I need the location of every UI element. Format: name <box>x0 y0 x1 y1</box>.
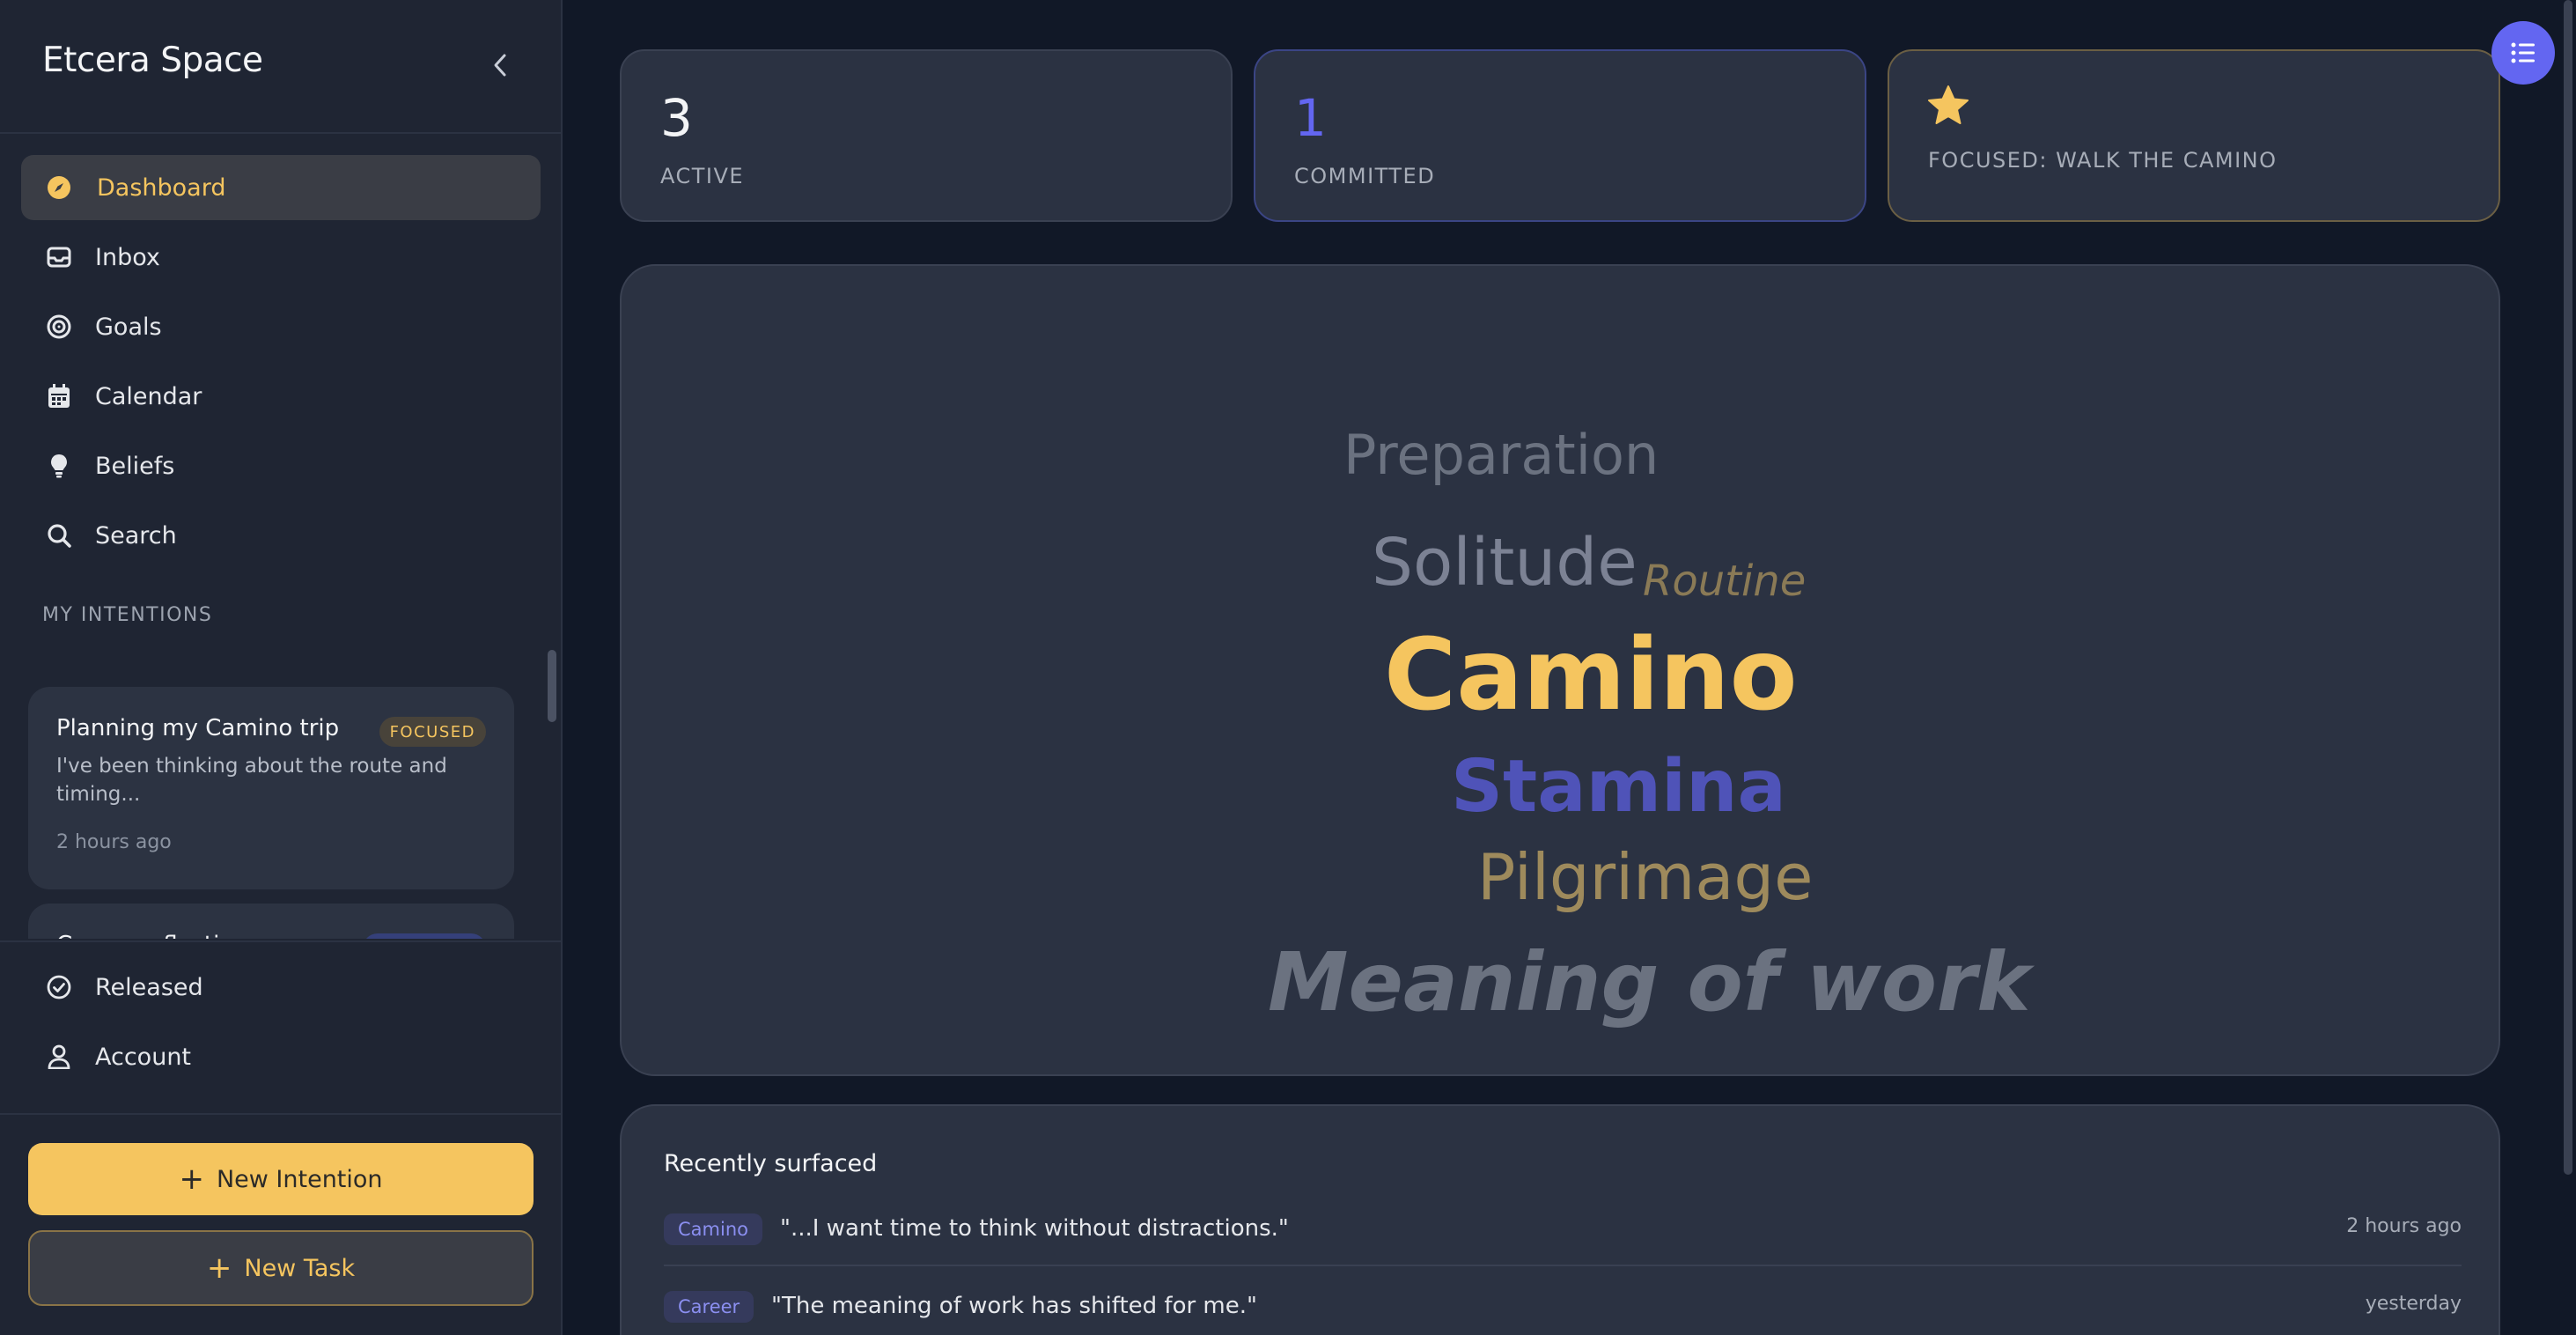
nav-label: Released <box>95 973 203 1001</box>
nav-released[interactable]: Released <box>21 955 541 1020</box>
nav-label: Dashboard <box>97 173 226 202</box>
stat-card-active[interactable]: 3 ACTIVE <box>620 49 1233 222</box>
stat-value: 3 <box>660 88 693 148</box>
nav-beliefs[interactable]: Beliefs <box>21 433 541 498</box>
nav-label: Search <box>95 521 177 549</box>
nav-search[interactable]: Search <box>21 503 541 568</box>
topic-tag[interactable]: Camino <box>664 1213 762 1245</box>
word-cloud-term[interactable]: Camino <box>1384 618 1798 733</box>
sidebar: Etcera Space Dashboard Inbox Goals Calen… <box>0 0 563 1335</box>
timestamp: 2 hours ago <box>2346 1215 2462 1237</box>
sidebar-divider <box>0 1113 561 1115</box>
check-circle-icon <box>46 974 72 1000</box>
nav-label: Account <box>95 1043 192 1071</box>
new-intention-button[interactable]: + New Intention <box>28 1143 534 1215</box>
nav-goals[interactable]: Goals <box>21 294 541 359</box>
recently-surfaced-panel: Recently surfaced Camino "...I want time… <box>620 1104 2500 1335</box>
word-cloud-term[interactable]: Pilgrimage <box>1477 840 1813 914</box>
status-badge <box>363 933 486 939</box>
word-cloud-term[interactable]: Preparation <box>1343 423 1659 487</box>
app-title: Etcera Space <box>42 41 263 80</box>
word-cloud-term[interactable]: Solitude <box>1372 525 1638 601</box>
word-cloud-term[interactable]: Meaning of work <box>1268 935 2030 1029</box>
target-icon <box>46 313 72 340</box>
quote-text: "The meaning of work has shifted for me.… <box>771 1293 1257 1319</box>
compass-icon <box>46 174 72 201</box>
word-cloud: Preparation Solitude Routine Camino Stam… <box>620 264 2500 1076</box>
topic-tag[interactable]: Career <box>664 1291 754 1323</box>
intention-snippet: I've been thinking about the route and t… <box>56 755 447 806</box>
intention-title: Career reflection <box>56 932 248 939</box>
quote-text: "...I want time to think without distrac… <box>780 1215 1289 1242</box>
stat-card-focused[interactable]: FOCUSED: WALK THE CAMINO <box>1888 49 2500 222</box>
new-task-label: New Task <box>244 1254 356 1282</box>
section-title: Recently surfaced <box>664 1150 878 1177</box>
list-icon <box>2511 42 2535 63</box>
calendar-icon <box>46 383 72 409</box>
lightbulb-icon <box>46 453 72 479</box>
main-scrollbar[interactable] <box>2564 0 2572 1175</box>
nav-calendar[interactable]: Calendar <box>21 364 541 429</box>
stat-value: 1 <box>1294 88 1327 148</box>
nav-label: Goals <box>95 313 162 341</box>
intentions-list: Planning my Camino trip FOCUSED I've bee… <box>28 652 514 939</box>
new-task-button[interactable]: + New Task <box>28 1230 534 1306</box>
stat-label: COMMITTED <box>1294 164 1436 188</box>
chevron-left-icon <box>494 54 506 77</box>
row-divider <box>664 1265 2462 1266</box>
nav-label: Inbox <box>95 243 160 271</box>
intention-title: Planning my Camino trip <box>56 715 340 741</box>
bottom-nav: Released Account <box>21 955 541 1094</box>
sidebar-divider <box>0 132 561 134</box>
list-menu-button[interactable] <box>2491 21 2555 85</box>
new-intention-label: New Intention <box>216 1165 383 1193</box>
intention-card[interactable]: Career reflection <box>28 904 514 939</box>
timestamp: yesterday <box>2365 1293 2462 1315</box>
list-item[interactable]: Camino "...I want time to think without … <box>664 1205 2462 1258</box>
main-nav: Dashboard Inbox Goals Calendar Beliefs S… <box>21 155 541 572</box>
nav-label: Beliefs <box>95 452 175 480</box>
star-icon <box>1926 85 1970 130</box>
stat-label: ACTIVE <box>660 164 745 188</box>
stat-label: FOCUSED: WALK THE CAMINO <box>1928 148 2278 173</box>
nav-account[interactable]: Account <box>21 1024 541 1089</box>
intentions-section-label: MY INTENTIONS <box>42 604 213 626</box>
nav-inbox[interactable]: Inbox <box>21 225 541 290</box>
sidebar-scrollbar[interactable] <box>548 650 556 722</box>
plus-icon: + <box>179 1162 204 1197</box>
stat-card-committed[interactable]: 1 COMMITTED <box>1254 49 1866 222</box>
nav-dashboard[interactable]: Dashboard <box>21 155 541 220</box>
list-item[interactable]: Career "The meaning of work has shifted … <box>664 1282 2462 1335</box>
nav-label: Calendar <box>95 382 202 410</box>
sidebar-divider <box>0 940 561 942</box>
word-cloud-term[interactable]: Stamina <box>1451 745 1786 829</box>
status-badge: FOCUSED <box>379 717 486 747</box>
intention-card[interactable]: Planning my Camino trip FOCUSED I've bee… <box>28 687 514 889</box>
plus-icon: + <box>206 1250 232 1286</box>
user-icon <box>46 1044 72 1070</box>
intention-time: 2 hours ago <box>56 831 172 853</box>
app-root: Etcera Space Dashboard Inbox Goals Calen… <box>0 0 2576 1335</box>
collapse-sidebar-button[interactable] <box>482 48 518 83</box>
word-cloud-term[interactable]: Routine <box>1643 557 1806 606</box>
search-icon <box>46 522 72 549</box>
inbox-icon <box>46 244 72 270</box>
